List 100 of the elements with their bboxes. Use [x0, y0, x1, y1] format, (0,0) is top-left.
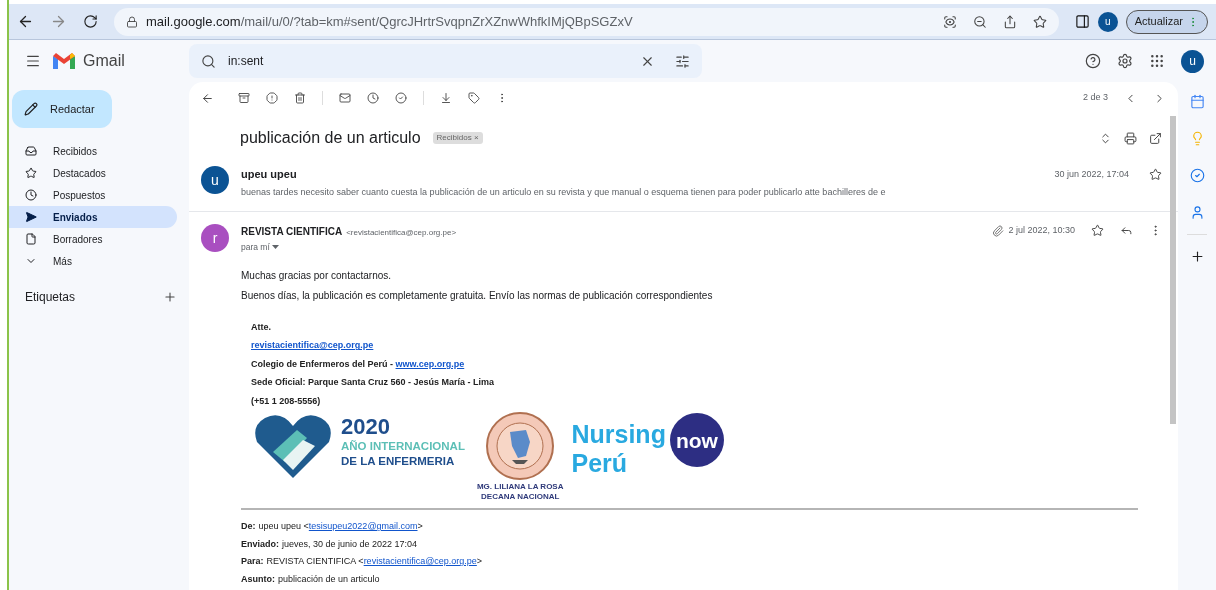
seal-drawing — [486, 412, 555, 481]
field-label: Asunto: — [241, 572, 275, 586]
calendar-icon[interactable] — [1189, 94, 1205, 109]
signature-text: Colegio de Enfermeros del Perú - — [251, 358, 395, 369]
side-panel-icon[interactable] — [1074, 14, 1090, 29]
reload-icon[interactable] — [83, 14, 98, 29]
heart-hands-icon — [253, 412, 333, 481]
now-badge: now — [669, 413, 724, 468]
message-snippet[interactable]: buenas tardes necesito saber cuanto cuesta la publicación de un articulo en su revista y que manual o esquema tienen para poder publicarlo atte bachilleres de e — [241, 185, 1043, 199]
nav-item[interactable]: Más — [9, 250, 177, 272]
field-label: Para: — [241, 555, 264, 569]
back-icon[interactable] — [201, 91, 214, 105]
address-bar[interactable]: mail.google.com/mail/u/0/?tab=km#sent/QgrcJHrtrSvqpnZrXZnwWhfkIMjQBpSGZxV — [114, 7, 1059, 36]
signature-text: Atte. — [251, 321, 271, 332]
send-icon — [25, 211, 37, 223]
nav-item[interactable]: Destacados — [9, 162, 177, 184]
clock-icon — [25, 189, 37, 201]
signature-text: > — [476, 556, 483, 567]
help-icon[interactable] — [1085, 53, 1101, 69]
star-icon[interactable] — [1149, 168, 1162, 181]
pencil-icon — [24, 102, 38, 116]
search-value: in:sent — [228, 53, 265, 70]
url-path: /mail/u/0/?tab=km#sent/QgrcJHrtrSvqpnZrXZnwWhfkIMjQBpSGZxV — [240, 12, 634, 31]
labels-heading: Etiquetas — [25, 289, 76, 306]
lock-icon — [126, 15, 138, 28]
eye-icon[interactable] — [942, 14, 957, 29]
logo-text: AÑO INTERNACIONAL — [341, 441, 465, 453]
settings-icon[interactable] — [1117, 53, 1133, 69]
email-link[interactable]: tesisupeu2022@gmail.com — [308, 521, 418, 532]
share-icon[interactable] — [1002, 14, 1017, 29]
inbox-icon — [25, 145, 37, 157]
field-label: Enviado: — [241, 537, 279, 551]
file-icon — [25, 233, 37, 245]
signature-text: > — [417, 521, 423, 532]
open-new-window-icon[interactable] — [1149, 131, 1162, 145]
sender-name: upeu upeu — [241, 167, 298, 182]
gmail-logo-icon[interactable] — [53, 53, 75, 69]
signature-text: REVISTA CIENTIFICA < — [266, 556, 364, 567]
thread-subject: publicación de un articulo — [240, 128, 421, 148]
app-name: Gmail — [83, 51, 125, 71]
mail-icon[interactable] — [339, 92, 351, 104]
reply-icon[interactable] — [1120, 224, 1133, 237]
avatar: r — [201, 224, 229, 252]
logo-text: MG. LILIANA LA ROSA — [476, 482, 564, 493]
signature-text: (+51 1 208-5556) — [251, 395, 321, 406]
logo-text: DE LA ENFERMERIA — [341, 455, 456, 468]
message-date: 2 jul 2022, 10:30 — [1008, 224, 1075, 237]
url-host: mail.google.com — [146, 12, 241, 31]
archive-icon[interactable] — [238, 92, 250, 104]
star-icon[interactable] — [1032, 14, 1047, 29]
tag-icon[interactable] — [468, 92, 480, 104]
sender-address: <revistacientifica@cep.org.pe> — [346, 227, 457, 239]
email-link[interactable]: revistacientifica@cep.org.pe — [363, 556, 477, 567]
message-text: Buenos días, la publicación es completamente gratuita. Envío las normas de publicación correspondientes — [241, 288, 714, 303]
dropdown-icon[interactable] — [271, 244, 279, 250]
zoom-out-icon[interactable] — [972, 14, 987, 29]
signature-text: publicación de un articulo — [278, 573, 380, 584]
print-icon[interactable] — [1124, 131, 1137, 145]
logo-year: 2020 — [341, 416, 391, 439]
menu-icon[interactable] — [25, 53, 41, 69]
profile-avatar[interactable]: u — [1097, 11, 1118, 32]
search-icon[interactable] — [201, 53, 216, 69]
check-circle-icon[interactable] — [1189, 168, 1205, 183]
message-date: 30 jun 2022, 17:04 — [1054, 168, 1129, 181]
avatar: u — [201, 166, 229, 194]
scrollbar[interactable] — [1170, 116, 1176, 424]
email-link[interactable]: www.cep.org.pe — [395, 358, 465, 369]
label-chip[interactable]: Recibidos × — [432, 132, 483, 144]
nav-item[interactable]: Recibidos — [9, 140, 177, 162]
trash-icon[interactable] — [294, 92, 306, 104]
message-text: Muchas gracias por contactarnos. — [241, 268, 393, 283]
logo-text: DECANA NACIONAL — [481, 492, 560, 503]
account-avatar[interactable]: u — [1181, 49, 1204, 73]
email-link[interactable]: revistacientifica@cep.org.pe — [251, 340, 374, 351]
signature-text: jueves, 30 de junio de 2022 17:04 — [282, 538, 418, 549]
add-icon[interactable] — [1189, 249, 1205, 264]
update-button[interactable]: Actualizar — [1125, 9, 1208, 34]
forward-icon[interactable] — [50, 13, 67, 30]
expand-icon[interactable] — [1099, 131, 1112, 145]
nav-item[interactable]: Borradores — [9, 228, 177, 250]
apps-grid-icon[interactable] — [1149, 53, 1165, 69]
filter-icon[interactable] — [675, 53, 690, 69]
field-label: De: — [241, 520, 256, 534]
logo-text: Nursing — [571, 422, 666, 448]
back-icon[interactable] — [17, 13, 34, 30]
search-field[interactable]: in:sent — [189, 44, 702, 78]
recipient-text: para mí — [241, 241, 270, 254]
nav-item[interactable]: Pospuestos — [9, 184, 177, 206]
logo-text: Perú — [571, 451, 629, 477]
person-icon[interactable] — [1189, 205, 1205, 220]
page-counter: 2 de 3 — [1082, 91, 1108, 105]
nav-item[interactable]: Enviados — [9, 206, 177, 228]
sender-name: REVISTA CIENTIFICA — [241, 225, 343, 239]
star-icon — [25, 167, 37, 179]
task-icon[interactable] — [395, 92, 407, 104]
clock-icon[interactable] — [367, 92, 379, 104]
alert-icon[interactable] — [266, 92, 278, 104]
compose-button[interactable]: Redactar — [12, 90, 112, 128]
star-icon[interactable] — [1091, 224, 1104, 237]
move-icon[interactable] — [440, 92, 452, 104]
